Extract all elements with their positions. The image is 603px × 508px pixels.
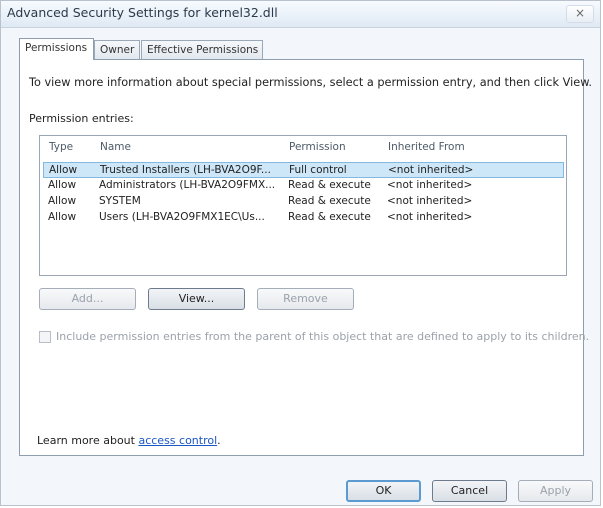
cell-name: SYSTEM [99,195,141,207]
add-button[interactable]: Add... [39,288,136,310]
cell-permission: Read & execute [288,179,371,191]
include-inheritable-checkbox[interactable] [39,331,51,343]
learn-more-suffix: . [217,434,221,447]
table-row[interactable]: Allow Users (LH-BVA2O9FMX1EC\Us... Read … [43,210,564,226]
column-header-name[interactable]: Name [100,141,131,153]
cell-name: Users (LH-BVA2O9FMX1EC\Us... [99,211,265,223]
tab-owner[interactable]: Owner [94,40,140,59]
tab-permissions[interactable]: Permissions [19,38,94,60]
cell-type: Allow [48,211,77,223]
cell-name: Administrators (LH-BVA2O9FMX... [99,179,276,191]
cell-permission: Read & execute [288,195,371,207]
column-header-type[interactable]: Type [49,141,73,153]
title-bar[interactable]: Advanced Security Settings for kernel32.… [1,1,600,28]
dialog-window: Advanced Security Settings for kernel32.… [0,0,601,506]
instruction-text: To view more information about special p… [29,76,593,89]
window-title: Advanced Security Settings for kernel32.… [7,5,278,20]
ok-button[interactable]: OK [346,480,421,502]
remove-button[interactable]: Remove [257,288,354,310]
include-inheritable-label: Include permission entries from the pare… [56,330,590,343]
cell-inherited-from: <not inherited> [387,195,473,207]
table-row[interactable]: Allow Trusted Installers (LH-BVA2O9F... … [43,162,564,178]
permission-entries-list[interactable]: Type Name Permission Inherited From Allo… [39,135,567,276]
cancel-button[interactable]: Cancel [432,480,507,502]
cell-inherited-from: <not inherited> [387,179,473,191]
close-icon[interactable]: × [566,5,594,23]
access-control-link[interactable]: access control [138,434,217,447]
table-row[interactable]: Allow Administrators (LH-BVA2O9FMX... Re… [43,178,564,194]
cell-inherited-from: <not inherited> [387,211,473,223]
cell-permission: Full control [289,164,347,176]
cell-inherited-from: <not inherited> [388,164,474,176]
permission-entries-label: Permission entries: [29,112,134,125]
learn-more-prefix: Learn more about [37,434,139,447]
column-header-inherited-from[interactable]: Inherited From [388,141,465,153]
cell-type: Allow [48,179,77,191]
tab-effective-permissions[interactable]: Effective Permissions [141,40,263,59]
table-row[interactable]: Allow SYSTEM Read & execute <not inherit… [43,194,564,210]
cell-permission: Read & execute [288,211,371,223]
column-header-permission[interactable]: Permission [289,141,346,153]
view-button[interactable]: View... [148,288,245,310]
cell-type: Allow [49,164,78,176]
learn-more-text: Learn more about access control. [37,434,221,447]
cell-type: Allow [48,195,77,207]
cell-name: Trusted Installers (LH-BVA2O9F... [100,164,271,176]
apply-button[interactable]: Apply [518,480,593,502]
permissions-panel: To view more information about special p… [19,59,592,456]
